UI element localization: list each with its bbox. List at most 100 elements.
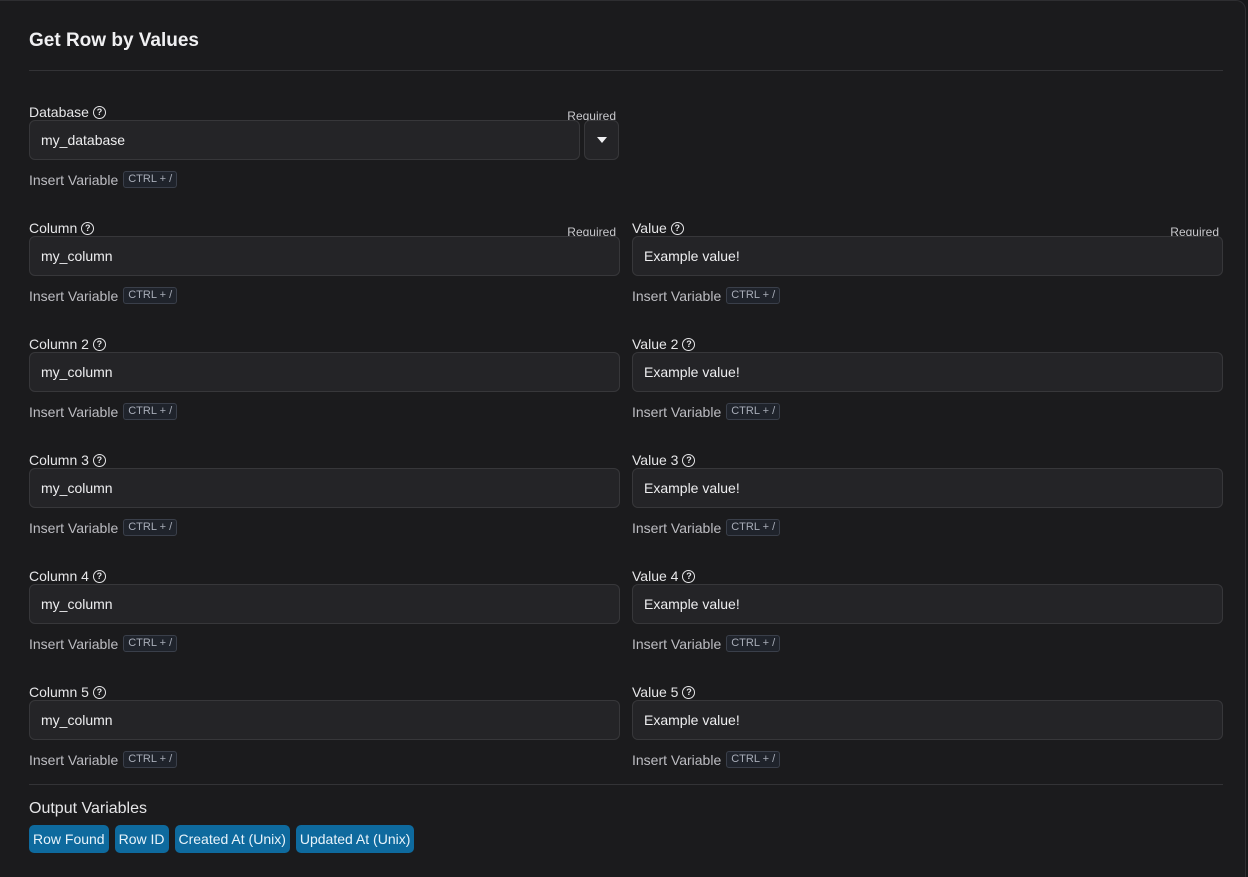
insert-variable[interactable]: Insert Variable CTRL + /	[29, 635, 178, 652]
help-icon[interactable]: ?	[92, 453, 106, 467]
value-input[interactable]: Example value!	[632, 700, 1223, 740]
insert-variable-label[interactable]: Insert Variable	[29, 520, 118, 536]
column-input[interactable]: my_column	[29, 468, 620, 508]
column-label: Column 3 ?	[29, 452, 106, 468]
column-input[interactable]: my_column	[29, 584, 620, 624]
page-title: Get Row by Values	[29, 30, 199, 51]
column-field: Column 4 ? my_column Insert Variable CTR…	[29, 568, 620, 653]
help-icon[interactable]: ?	[682, 337, 696, 351]
shortcut-badge: CTRL + /	[123, 287, 178, 304]
column-label-text: Column 4	[29, 568, 89, 584]
help-icon[interactable]: ?	[682, 569, 696, 583]
column-label: Column 2 ?	[29, 336, 106, 352]
output-variable-chip[interactable]: Updated At (Unix)	[295, 825, 415, 853]
value-input[interactable]: Example value!	[632, 352, 1223, 392]
shortcut-badge: CTRL + /	[123, 403, 178, 420]
database-label-text: Database	[29, 104, 89, 120]
insert-variable[interactable]: Insert Variable CTRL + /	[29, 287, 178, 304]
insert-variable[interactable]: Insert Variable CTRL + /	[632, 519, 781, 536]
column-field: Column 5 ? my_column Insert Variable CTR…	[29, 684, 620, 769]
help-icon[interactable]: ?	[81, 221, 95, 235]
insert-variable-label[interactable]: Insert Variable	[29, 288, 118, 304]
value-label-text: Value 2	[632, 336, 679, 352]
column-input[interactable]: my_column	[29, 700, 620, 740]
value-label: Value ?	[632, 220, 684, 236]
column-input[interactable]: my_column	[29, 352, 620, 392]
insert-variable-label[interactable]: Insert Variable	[632, 520, 721, 536]
database-label: Database ?	[29, 104, 106, 120]
value-input[interactable]: Example value!	[632, 468, 1223, 508]
insert-variable[interactable]: Insert Variable CTRL + /	[632, 751, 781, 768]
column-label-text: Column	[29, 220, 78, 236]
divider	[29, 784, 1223, 785]
value-input[interactable]: Example value!	[632, 236, 1223, 276]
help-icon[interactable]: ?	[682, 685, 696, 699]
column-label: Column ?	[29, 220, 95, 236]
insert-variable-label[interactable]: Insert Variable	[632, 404, 721, 420]
value-field: Value 2 ? Example value! Insert Variable…	[632, 336, 1223, 421]
shortcut-badge: CTRL + /	[123, 751, 178, 768]
column-label: Column 4 ?	[29, 568, 106, 584]
help-icon[interactable]: ?	[92, 105, 106, 119]
insert-variable-label[interactable]: Insert Variable	[29, 636, 118, 652]
value-label: Value 2 ?	[632, 336, 696, 352]
column-input[interactable]: my_column	[29, 236, 620, 276]
database-dropdown-button[interactable]	[584, 120, 619, 160]
insert-variable-label[interactable]: Insert Variable	[29, 752, 118, 768]
help-icon[interactable]: ?	[92, 685, 106, 699]
help-icon[interactable]: ?	[92, 337, 106, 351]
help-icon[interactable]: ?	[682, 453, 696, 467]
output-variable-chip[interactable]: Row Found	[29, 825, 109, 853]
output-variables-title: Output Variables	[29, 800, 147, 817]
column-label-text: Column 5	[29, 684, 89, 700]
value-label-text: Value	[632, 220, 667, 236]
shortcut-badge: CTRL + /	[726, 635, 781, 652]
insert-variable[interactable]: Insert Variable CTRL + /	[632, 403, 781, 420]
help-icon[interactable]: ?	[670, 221, 684, 235]
caret-down-icon	[596, 137, 607, 143]
value-field: Value 3 ? Example value! Insert Variable…	[632, 452, 1223, 537]
shortcut-badge: CTRL + /	[123, 171, 178, 188]
insert-variable[interactable]: Insert Variable CTRL + /	[632, 287, 781, 304]
value-label-text: Value 3	[632, 452, 679, 468]
database-field: Database ? Required my_database Insert V…	[29, 104, 620, 189]
shortcut-badge: CTRL + /	[123, 635, 178, 652]
column-field: Column 3 ? my_column Insert Variable CTR…	[29, 452, 620, 537]
insert-variable-label[interactable]: Insert Variable	[632, 636, 721, 652]
shortcut-badge: CTRL + /	[726, 751, 781, 768]
database-input[interactable]: my_database	[29, 120, 580, 160]
shortcut-badge: CTRL + /	[726, 403, 781, 420]
shortcut-badge: CTRL + /	[726, 287, 781, 304]
value-label: Value 4 ?	[632, 568, 696, 584]
insert-variable-label[interactable]: Insert Variable	[632, 288, 721, 304]
output-variable-chip[interactable]: Row ID	[114, 825, 169, 853]
insert-variable-label[interactable]: Insert Variable	[632, 752, 721, 768]
insert-variable[interactable]: Insert Variable CTRL + /	[29, 171, 178, 188]
divider	[29, 70, 1223, 71]
insert-variable[interactable]: Insert Variable CTRL + /	[29, 751, 178, 768]
shortcut-badge: CTRL + /	[726, 519, 781, 536]
value-label: Value 5 ?	[632, 684, 696, 700]
value-label-text: Value 4	[632, 568, 679, 584]
value-field: Value 5 ? Example value! Insert Variable…	[632, 684, 1223, 769]
column-field: Column ? Required my_column Insert Varia…	[29, 220, 620, 305]
insert-variable-label[interactable]: Insert Variable	[29, 404, 118, 420]
value-label-text: Value 5	[632, 684, 679, 700]
column-label-text: Column 2	[29, 336, 89, 352]
shortcut-badge: CTRL + /	[123, 519, 178, 536]
value-field: Value ? Required Example value! Insert V…	[632, 220, 1223, 305]
output-variables-list: Row Found Row ID Created At (Unix) Updated …	[29, 825, 415, 853]
value-field: Value 4 ? Example value! Insert Variable…	[632, 568, 1223, 653]
value-label: Value 3 ?	[632, 452, 696, 468]
output-variable-chip[interactable]: Created At (Unix)	[174, 825, 290, 853]
column-field: Column 2 ? my_column Insert Variable CTR…	[29, 336, 620, 421]
column-label: Column 5 ?	[29, 684, 106, 700]
help-icon[interactable]: ?	[92, 569, 106, 583]
node-settings-panel: Get Row by Values Database ? Required my…	[0, 0, 1246, 877]
insert-variable[interactable]: Insert Variable CTRL + /	[29, 519, 178, 536]
insert-variable[interactable]: Insert Variable CTRL + /	[632, 635, 781, 652]
insert-variable-label[interactable]: Insert Variable	[29, 172, 118, 188]
column-label-text: Column 3	[29, 452, 89, 468]
insert-variable[interactable]: Insert Variable CTRL + /	[29, 403, 178, 420]
value-input[interactable]: Example value!	[632, 584, 1223, 624]
